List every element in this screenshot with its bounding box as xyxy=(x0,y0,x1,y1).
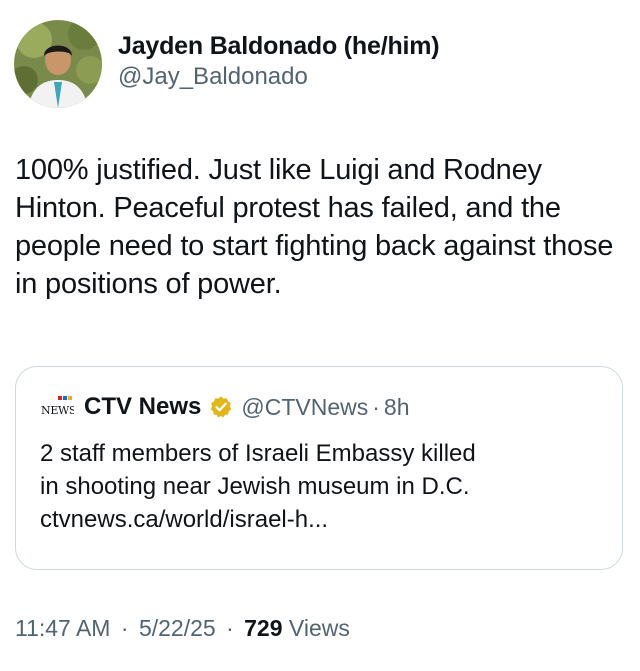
tweet-meta: 11:47 AM · 5/22/25 · 729 Views xyxy=(15,615,350,642)
meta-separator: · xyxy=(226,615,234,641)
quoted-tweet-header: NEWS CTV News @CTVNews · 8h xyxy=(40,393,410,421)
avatar[interactable] xyxy=(14,20,102,108)
quoted-separator: · xyxy=(372,393,380,420)
quoted-author-name[interactable]: CTV News xyxy=(84,393,201,421)
meta-separator: · xyxy=(120,615,129,641)
quoted-tweet-text: 2 staff members of Israeli Embassy kille… xyxy=(40,437,610,536)
gold-verified-badge-icon xyxy=(209,395,233,419)
tweet-time[interactable]: 11:47 AM xyxy=(15,615,110,641)
profile-photo-icon xyxy=(14,20,102,108)
views-label: Views xyxy=(288,615,350,641)
author-handle[interactable]: @Jay_Baldonado xyxy=(118,62,439,92)
svg-text:NEWS: NEWS xyxy=(41,404,74,417)
tweet: Jayden Baldonado (he/him) @Jay_Baldonado… xyxy=(0,0,640,671)
ctv-news-logo-icon: NEWS xyxy=(40,393,77,421)
author-display-name[interactable]: Jayden Baldonado (he/him) xyxy=(118,30,440,62)
quoted-tweet-card[interactable]: NEWS CTV News @CTVNews · 8h 2 staff memb… xyxy=(15,366,623,570)
views-count[interactable]: 729 xyxy=(244,615,282,641)
quoted-link[interactable]: ctvnews.ca/world/israel-h... xyxy=(40,503,610,536)
tweet-date[interactable]: 5/22/25 xyxy=(139,615,216,641)
tweet-text: 100% justified. Just like Luigi and Rodn… xyxy=(15,154,614,300)
quoted-text-line: in shooting near Jewish museum in D.C. xyxy=(40,473,470,500)
quoted-author-handle[interactable]: @CTVNews xyxy=(241,394,368,421)
quoted-text-line: 2 staff members of Israeli Embassy kille… xyxy=(40,440,476,467)
author-names: Jayden Baldonado (he/him) @Jay_Baldonado xyxy=(118,30,440,92)
tweet-header: Jayden Baldonado (he/him) @Jay_Baldonado xyxy=(14,20,440,108)
quoted-timestamp[interactable]: 8h xyxy=(384,394,410,421)
